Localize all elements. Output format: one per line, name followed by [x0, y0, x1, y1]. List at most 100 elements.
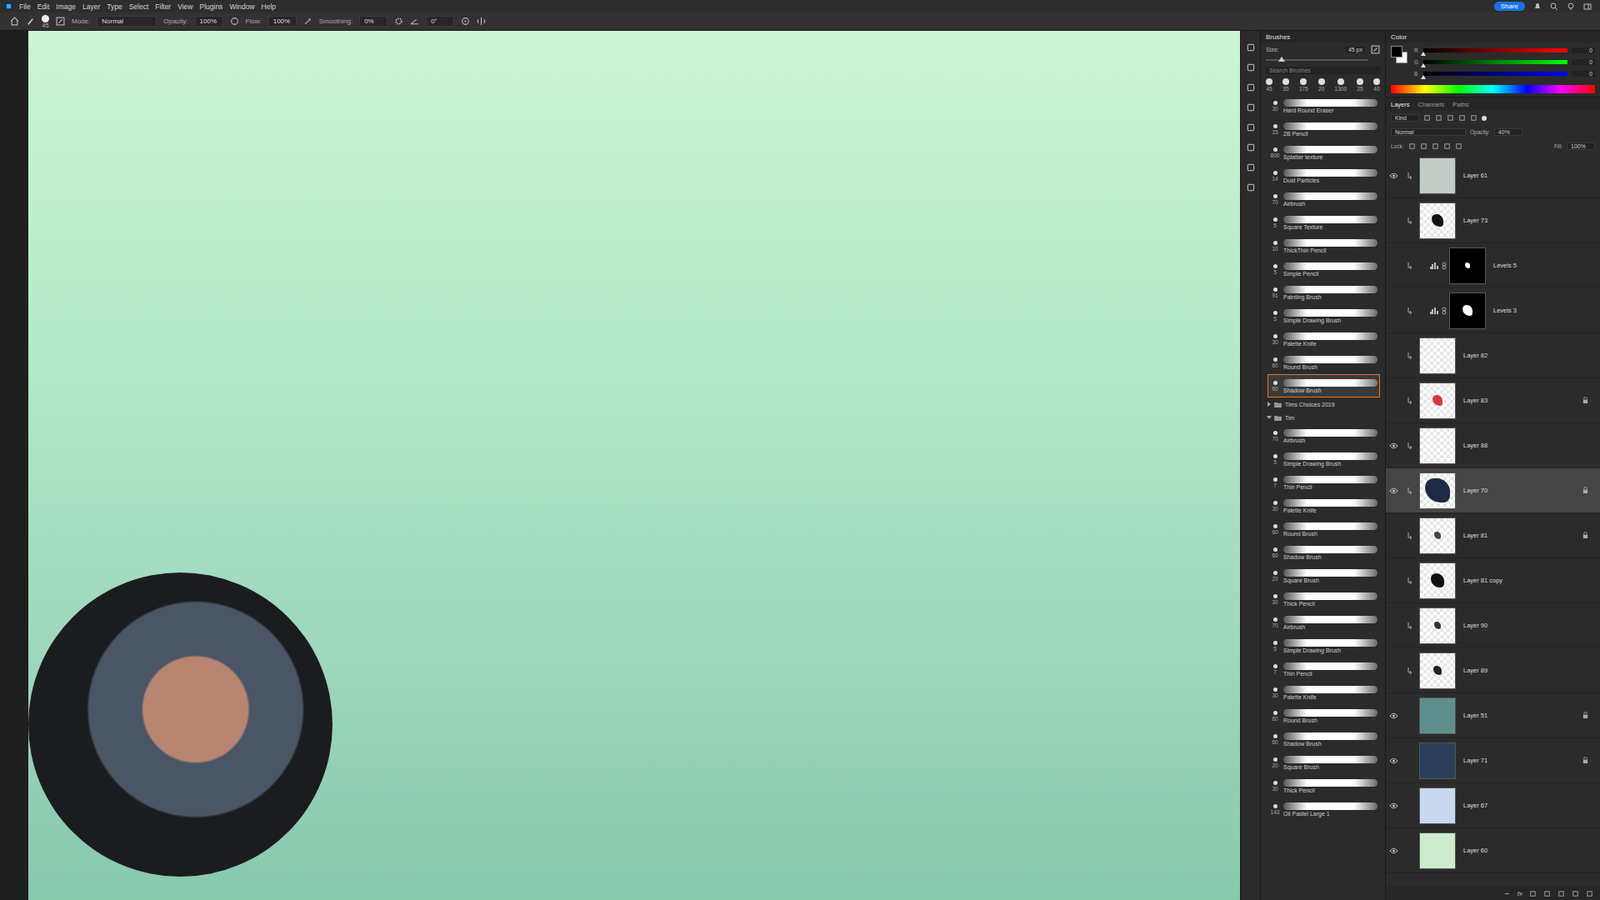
- brushes-tab[interactable]: Brushes: [1265, 33, 1290, 41]
- panel-toggle-icon[interactable]: [1245, 62, 1256, 73]
- layer-name[interactable]: Layer 60: [1463, 846, 1488, 855]
- brush-item[interactable]: 30Palette Knife: [1267, 494, 1380, 518]
- layer-thumbnail[interactable]: [1419, 652, 1456, 690]
- layer-row[interactable]: Layer 81 copy: [1385, 558, 1600, 604]
- filter-icon[interactable]: [1446, 114, 1455, 122]
- brush-preset[interactable]: 175: [1299, 78, 1309, 92]
- layer-row[interactable]: Layer 81: [1385, 513, 1600, 559]
- eye-icon[interactable]: [1389, 442, 1399, 450]
- brush-search-field[interactable]: Search Brushes: [1265, 66, 1380, 75]
- gear-icon[interactable]: [394, 16, 404, 26]
- layer-name[interactable]: Levels 3: [1493, 306, 1517, 315]
- filter-icon[interactable]: [1458, 114, 1466, 122]
- menu-item[interactable]: Select: [129, 2, 150, 11]
- lock-option-icon[interactable]: [1420, 142, 1428, 150]
- layer-thumbnail[interactable]: [1419, 427, 1456, 465]
- brush-item[interactable]: 5Simple Drawing Brush: [1267, 304, 1380, 328]
- layer-name[interactable]: Layer 88: [1463, 441, 1488, 450]
- mask-link-icon[interactable]: [1441, 306, 1447, 315]
- filter-toggle-icon[interactable]: [1481, 115, 1487, 121]
- brush-preset-picker[interactable]: 45: [41, 15, 50, 29]
- panel-toggle-icon[interactable]: [1245, 82, 1256, 93]
- color-tab[interactable]: Color: [1390, 33, 1407, 41]
- layer-thumbnail[interactable]: [1419, 157, 1456, 195]
- pressure-size-icon[interactable]: [460, 16, 470, 26]
- channel-track[interactable]: [1423, 60, 1568, 65]
- layer-thumbnail[interactable]: [1419, 382, 1456, 420]
- layer-name[interactable]: Layer 89: [1463, 666, 1488, 675]
- channel-track[interactable]: [1423, 48, 1568, 53]
- layer-thumbnail[interactable]: [1419, 517, 1456, 555]
- layer-style-button[interactable]: fx: [1517, 890, 1523, 898]
- new-brush-icon[interactable]: [1370, 45, 1380, 55]
- panel-tab[interactable]: Layers: [1390, 100, 1410, 109]
- layer-thumbnail[interactable]: [1419, 562, 1456, 600]
- brush-item[interactable]: 7Thin Pencil: [1267, 657, 1380, 681]
- menu-item[interactable]: Filter: [155, 2, 171, 11]
- eye-icon[interactable]: [1389, 172, 1399, 180]
- visibility-toggle[interactable]: [1385, 847, 1401, 855]
- layer-name[interactable]: Layer 61: [1463, 171, 1488, 180]
- visibility-toggle[interactable]: [1385, 487, 1401, 495]
- fill-field[interactable]: 100%: [1566, 142, 1595, 150]
- search-icon[interactable]: [1550, 2, 1559, 11]
- layer-action-icon[interactable]: [1571, 890, 1580, 898]
- visibility-toggle[interactable]: [1385, 802, 1401, 810]
- brush-item[interactable]: 20Square Brush: [1267, 564, 1380, 588]
- layer-mask-thumbnail[interactable]: [1449, 247, 1486, 285]
- layer-action-icon[interactable]: [1557, 890, 1565, 898]
- color-spectrum[interactable]: [1390, 85, 1595, 94]
- layer-row[interactable]: Layer 90: [1385, 603, 1600, 649]
- filter-icon[interactable]: [1470, 114, 1478, 122]
- brush-item[interactable]: 10ThickThin Pencil: [1267, 234, 1380, 258]
- panel-toggle-icon[interactable]: [1245, 102, 1256, 113]
- smoothing-field[interactable]: 0%: [359, 15, 388, 27]
- angle-field[interactable]: 0°: [425, 15, 455, 27]
- brush-item[interactable]: 20Square Brush: [1267, 750, 1380, 775]
- filter-icon[interactable]: [1423, 114, 1431, 122]
- layer-opacity-field[interactable]: 40%: [1494, 128, 1523, 136]
- panel-tab[interactable]: Channels: [1418, 100, 1445, 109]
- panel-toggle-icon[interactable]: [1245, 142, 1256, 153]
- workspace-icon[interactable]: [1583, 2, 1592, 11]
- layer-row[interactable]: Layer 82: [1385, 333, 1600, 379]
- channel-value[interactable]: 0: [1571, 59, 1595, 65]
- menu-item[interactable]: File: [19, 2, 31, 11]
- eye-icon[interactable]: [1389, 757, 1399, 765]
- layer-thumbnail[interactable]: [1419, 787, 1456, 825]
- expand-arrow-icon[interactable]: [1267, 401, 1271, 407]
- brush-item[interactable]: 60Shadow Brush: [1267, 374, 1380, 398]
- brush-item[interactable]: 143Oil Pastel Large 1: [1267, 797, 1380, 821]
- channel-track[interactable]: [1423, 71, 1568, 76]
- menu-item[interactable]: Plugins: [199, 2, 223, 11]
- channel-value[interactable]: 0: [1571, 70, 1595, 77]
- brush-item[interactable]: 30Palette Knife: [1267, 327, 1380, 351]
- layer-action-icon[interactable]: [1529, 890, 1537, 898]
- brush-item[interactable]: 5Square Texture: [1267, 210, 1380, 235]
- layer-name[interactable]: Layer 83: [1463, 396, 1488, 405]
- menu-item[interactable]: Edit: [37, 2, 50, 11]
- brush-item[interactable]: 60Round Brush: [1267, 350, 1380, 375]
- layer-thumbnail[interactable]: [1419, 697, 1456, 735]
- symmetry-icon[interactable]: [476, 16, 486, 26]
- home-icon[interactable]: [10, 16, 20, 26]
- panel-toggle-icon[interactable]: [1245, 122, 1256, 133]
- brush-item[interactable]: 30Hard Round Eraser: [1267, 94, 1380, 118]
- layer-thumbnail[interactable]: [1419, 832, 1456, 870]
- layer-thumbnail[interactable]: [1419, 337, 1456, 375]
- eye-icon[interactable]: [1389, 847, 1399, 855]
- eye-icon[interactable]: [1389, 487, 1399, 495]
- channel-handle[interactable]: [1420, 51, 1426, 56]
- menu-item[interactable]: Image: [55, 2, 76, 11]
- layer-name[interactable]: Layer 71: [1463, 756, 1488, 765]
- eye-icon[interactable]: [1389, 712, 1399, 720]
- layer-name[interactable]: Layer 51: [1463, 711, 1488, 720]
- lock-option-icon[interactable]: [1455, 142, 1463, 150]
- layer-row[interactable]: Layer 89: [1385, 648, 1600, 694]
- brush-item[interactable]: 30Thick Pencil: [1267, 774, 1380, 798]
- brush-item[interactable]: 5Simple Pencil: [1267, 257, 1380, 281]
- photoshop-logo-icon[interactable]: [5, 2, 13, 10]
- brush-item[interactable]: 60Shadow Brush: [1267, 540, 1380, 565]
- filter-icon[interactable]: [1435, 114, 1443, 122]
- menu-item[interactable]: Type: [106, 2, 122, 11]
